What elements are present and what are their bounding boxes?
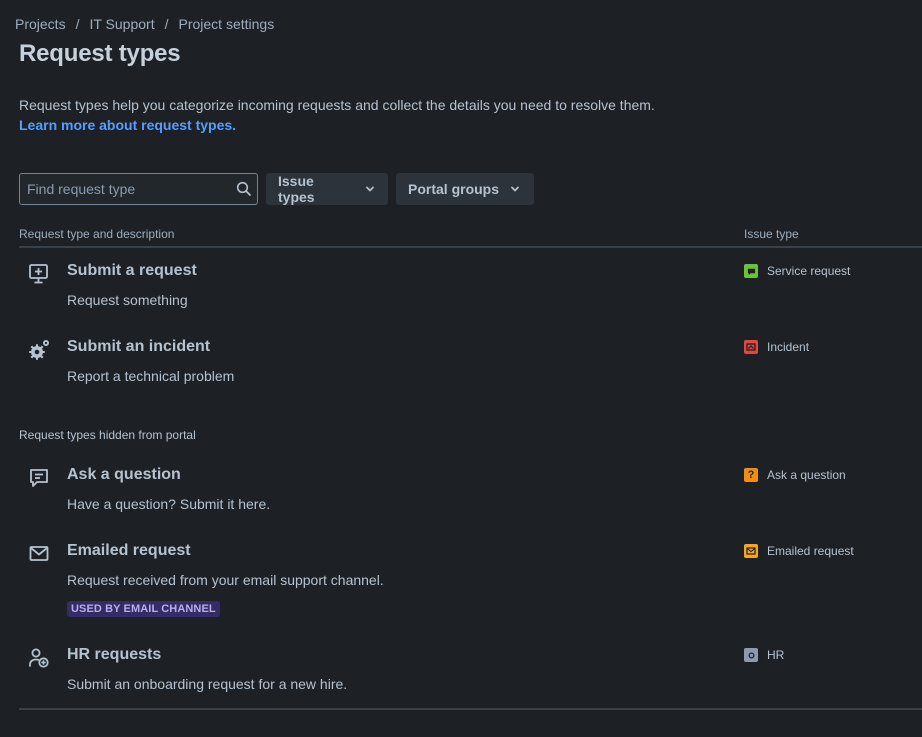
issue-types-label: Issue types [278, 173, 315, 205]
request-type-description: Submit an onboarding request for a new h… [67, 676, 348, 692]
column-header-request-type: Request type and description [19, 227, 175, 241]
envelope-issue-icon [744, 544, 758, 558]
email-channel-lozenge: USED BY EMAIL CHANNEL [67, 601, 220, 617]
gears-icon [29, 340, 49, 360]
hr-issue-icon [744, 648, 758, 662]
search-input[interactable] [20, 180, 229, 198]
column-header-issue-type: Issue type [744, 227, 799, 241]
request-type-title[interactable]: Emailed request [67, 542, 191, 560]
service-request-icon [744, 264, 758, 278]
issue-type-cell: HR [744, 648, 784, 662]
table-bottom-divider [19, 708, 922, 710]
portal-groups-dropdown[interactable]: Portal groups [396, 173, 534, 205]
question-mark-icon: ? [744, 468, 758, 482]
table-row[interactable]: Emailed request Request received from yo… [19, 542, 922, 624]
incident-icon [744, 340, 758, 354]
issue-type-cell: Emailed request [744, 544, 854, 558]
chat-bubble-icon [30, 469, 48, 487]
hidden-section-label: Request types hidden from portal [19, 428, 196, 442]
search-icon[interactable] [236, 181, 252, 197]
portal-groups-label: Portal groups [408, 181, 500, 197]
issue-type-label: HR [767, 648, 785, 662]
search-box [19, 173, 258, 205]
issue-type-label: Ask a question [767, 468, 846, 482]
table-row[interactable]: Submit an incident Report a technical pr… [19, 338, 922, 398]
request-type-description: Request something [67, 292, 188, 308]
request-type-title[interactable]: Ask a question [67, 466, 181, 484]
request-type-description: Request received from your email support… [67, 572, 384, 588]
monitor-plus-icon [29, 264, 48, 284]
page-description: Request types help you categorize incomi… [19, 97, 655, 113]
issue-type-label: Emailed request [767, 544, 854, 558]
request-type-description: Report a technical problem [67, 368, 235, 384]
issue-type-label: Service request [767, 264, 851, 278]
request-types-page: Projects / IT Support / Project settings… [0, 0, 922, 737]
chevron-down-icon [511, 186, 519, 192]
issue-type-cell: Service request [744, 264, 850, 278]
table-row[interactable]: Ask a question Have a question? Submit i… [19, 466, 922, 526]
issue-type-label: Incident [767, 340, 810, 354]
breadcrumb-projects[interactable]: Projects [15, 16, 66, 32]
request-type-title[interactable]: Submit an incident [67, 338, 210, 356]
page-title: Request types [19, 40, 181, 67]
table-row[interactable]: Submit a request Request something Servi… [19, 262, 922, 322]
breadcrumb-it-support[interactable]: IT Support [89, 16, 154, 32]
request-type-title[interactable]: Submit a request [67, 262, 197, 280]
table-row[interactable]: HR requests Submit an onboarding request… [19, 646, 922, 706]
request-type-title[interactable]: HR requests [67, 646, 161, 664]
issue-type-cell: ? Ask a question [744, 468, 846, 482]
request-type-description: Have a question? Submit it here. [67, 496, 271, 512]
breadcrumb-separator: / [75, 16, 80, 32]
filter-toolbar: Issue types Portal groups [19, 173, 534, 205]
breadcrumb: Projects / IT Support / Project settings [15, 16, 274, 32]
learn-more-link[interactable]: Learn more about request types. [19, 115, 236, 135]
envelope-icon [29, 546, 49, 561]
breadcrumb-project-settings[interactable]: Project settings [178, 16, 274, 32]
chevron-down-icon [366, 186, 374, 192]
issue-type-cell: Incident [744, 340, 809, 354]
issue-types-dropdown[interactable]: Issue types [266, 173, 388, 205]
person-add-icon [29, 648, 49, 668]
header-divider [19, 246, 922, 248]
breadcrumb-separator: / [164, 16, 169, 32]
